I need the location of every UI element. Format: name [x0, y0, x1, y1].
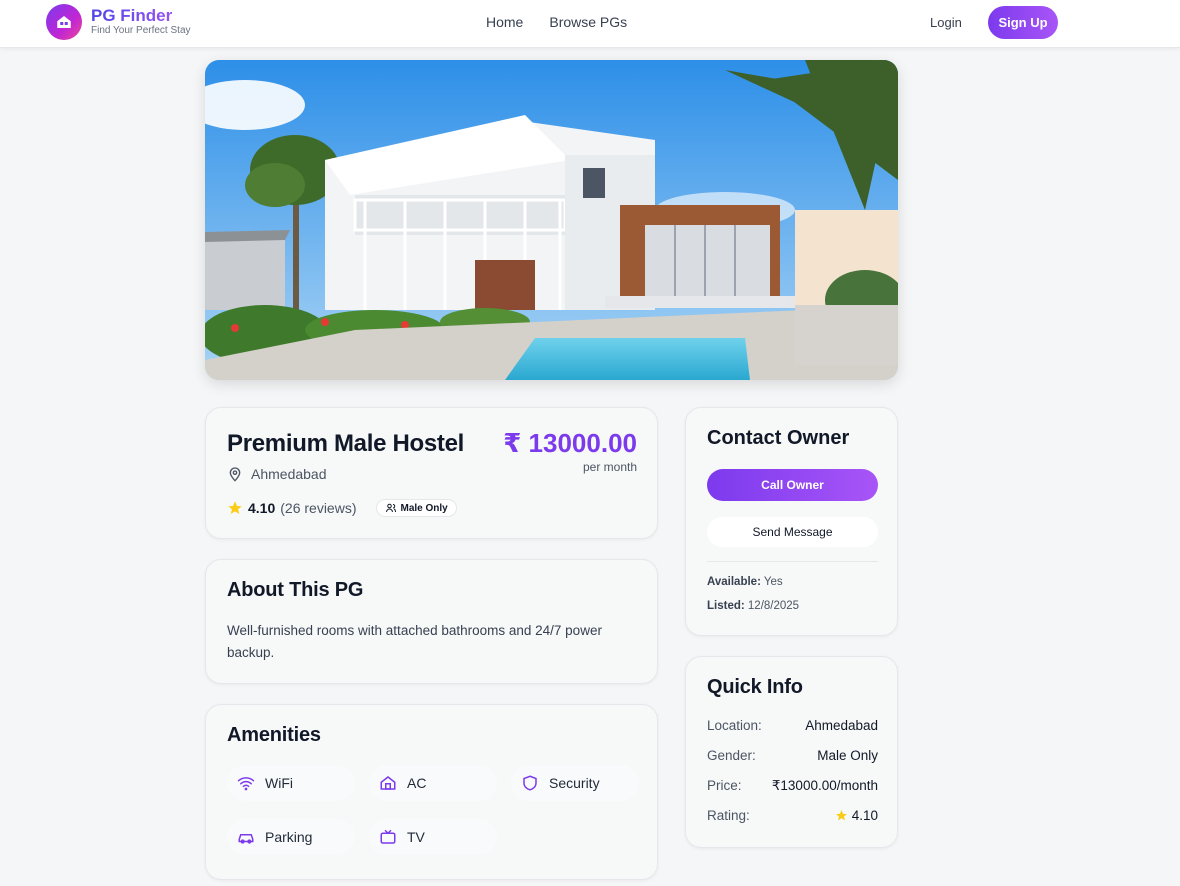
amenity-parking: Parking: [227, 819, 355, 855]
house-logo-icon: [46, 4, 82, 40]
quick-info-key: Location:: [707, 718, 762, 733]
amenity-label: AC: [407, 775, 427, 791]
quick-info-rating-value: 4.10: [835, 808, 878, 823]
about-card: About This PG Well-furnished rooms with …: [205, 559, 658, 684]
amenity-ac: AC: [369, 765, 497, 801]
amenity-wifi: WiFi: [227, 765, 355, 801]
home-icon: [380, 776, 396, 790]
quick-info-heading: Quick Info: [707, 676, 803, 698]
price-period: per month: [582, 460, 637, 474]
amenity-label: TV: [407, 829, 425, 845]
nav-home-link[interactable]: Home: [486, 14, 523, 30]
about-description: Well-furnished rooms with attached bathr…: [227, 623, 602, 660]
listed-label: Listed:: [707, 600, 745, 612]
review-count: (26 reviews): [280, 500, 357, 516]
amenity-tv: TV: [369, 819, 497, 855]
listed-info: Listed: 12/8/2025: [707, 600, 799, 612]
available-label: Available:: [707, 576, 761, 588]
amenities-list: WiFi AC Security Parking TV: [227, 765, 639, 855]
top-navbar: PG Finder Find Your Perfect Stay Home Br…: [0, 0, 1180, 48]
star-icon: [835, 810, 847, 821]
quick-info-gender: Gender: Male Only: [707, 748, 878, 763]
quick-info-key: Price:: [707, 778, 742, 793]
quick-info-location: Location: Ahmedabad: [707, 718, 878, 733]
brand-logo[interactable]: PG Finder Find Your Perfect Stay: [46, 4, 191, 40]
availability-info: Available: Yes: [707, 576, 783, 588]
quick-info-value: 4.10: [851, 808, 878, 823]
main-nav: Home Browse PGs: [486, 14, 627, 30]
amenities-heading: Amenities: [227, 724, 321, 746]
call-owner-button[interactable]: Call Owner: [707, 469, 878, 501]
nav-browse-pgs-link[interactable]: Browse PGs: [549, 14, 627, 30]
contact-heading: Contact Owner: [707, 427, 850, 449]
login-link[interactable]: Login: [930, 15, 962, 30]
amenity-label: WiFi: [265, 775, 293, 791]
brand-name: PG Finder: [91, 7, 191, 25]
car-icon: [238, 834, 254, 844]
listing-price: ₹ 13000.00: [503, 428, 637, 458]
wifi-icon: [237, 777, 255, 791]
amenity-label: Parking: [265, 829, 313, 845]
amenities-card: Amenities WiFi AC Security Parking TV: [205, 704, 658, 880]
signup-button[interactable]: Sign Up: [988, 6, 1058, 39]
contact-owner-card: Contact Owner Call Owner Send Message Av…: [685, 407, 898, 636]
map-pin-icon: [229, 467, 241, 482]
amenity-label: Security: [549, 775, 600, 791]
gender-badge: Male Only: [375, 499, 457, 517]
quick-info-value: Ahmedabad: [805, 718, 878, 733]
listing-location: Ahmedabad: [227, 466, 327, 482]
listing-summary-card: Premium Male Hostel ₹ 13000.00 per month…: [205, 407, 658, 539]
send-message-button[interactable]: Send Message: [707, 517, 878, 547]
quick-info-value: Male Only: [817, 748, 878, 763]
listed-value: 12/8/2025: [747, 600, 800, 612]
listing-title: Premium Male Hostel: [227, 430, 465, 457]
users-icon: [385, 503, 396, 513]
quick-info-value: ₹13000.00/month: [771, 778, 878, 793]
about-heading: About This PG: [227, 579, 364, 601]
star-icon: [228, 501, 242, 514]
available-value: Yes: [763, 576, 783, 588]
location-text: Ahmedabad: [251, 466, 327, 482]
brand-tagline: Find Your Perfect Stay: [91, 25, 191, 36]
rating-value: 4.10: [248, 500, 276, 516]
quick-info-rating: Rating: 4.10: [707, 808, 878, 823]
gender-badge-label: Male Only: [400, 502, 448, 514]
quick-info-key: Gender:: [707, 748, 756, 763]
rating-row: 4.10 (26 reviews) Male Only: [227, 499, 457, 517]
divider: [707, 561, 878, 562]
pg-hero-image: [205, 60, 898, 380]
shield-icon: [523, 775, 537, 791]
tv-icon: [380, 829, 396, 844]
quick-info-price: Price: ₹13000.00/month: [707, 778, 878, 794]
quick-info-card: Quick Info Location: Ahmedabad Gender: M…: [685, 656, 898, 848]
quick-info-key: Rating:: [707, 808, 750, 823]
amenity-security: Security: [511, 765, 639, 801]
